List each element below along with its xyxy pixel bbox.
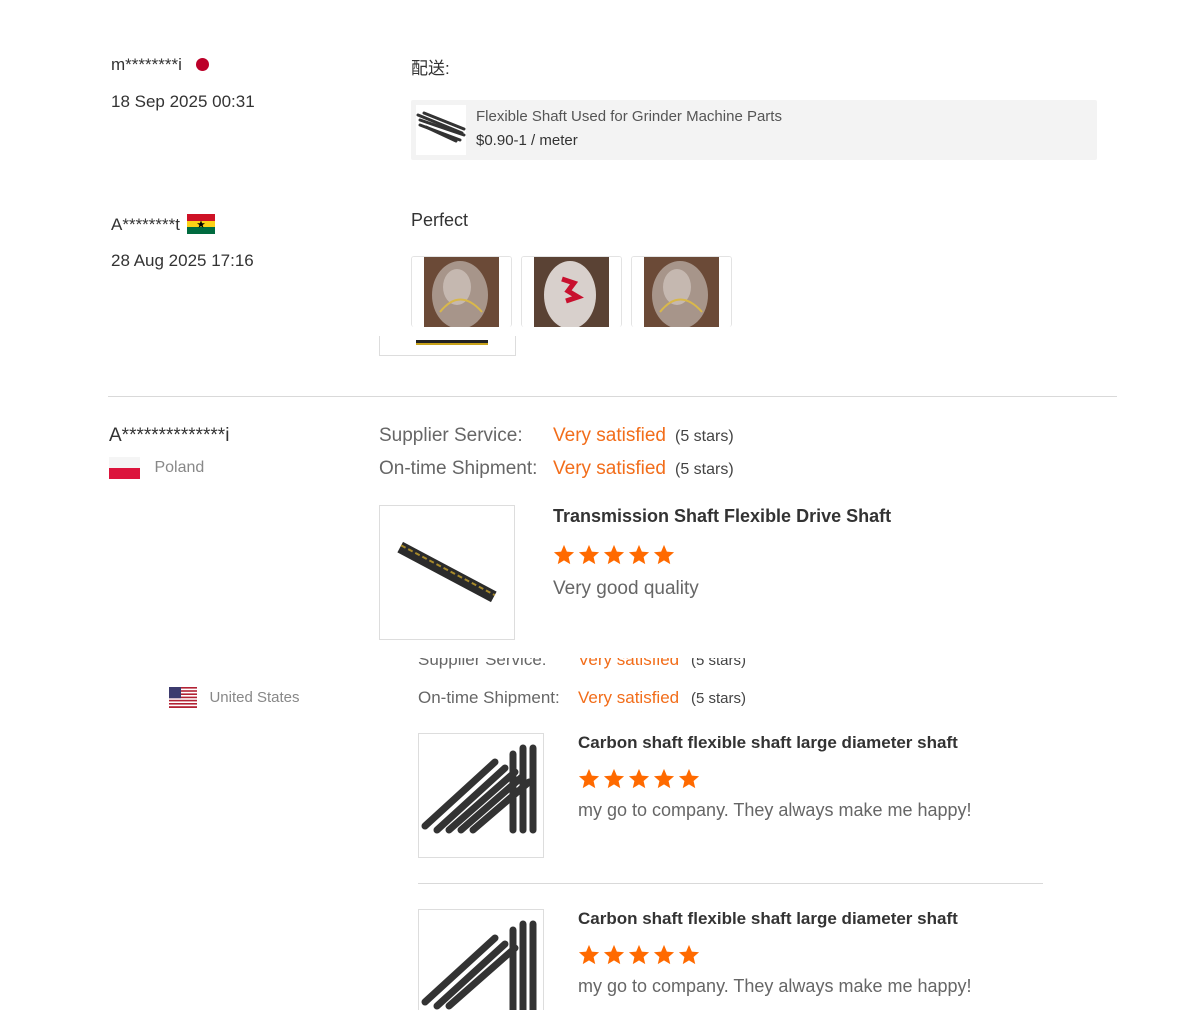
star-icon: [678, 768, 700, 789]
product-price: $0.90-1 / meter: [476, 132, 578, 149]
country-name: United States: [209, 689, 300, 706]
flexible-drive-shaft-image: [397, 541, 497, 603]
review-photo-image: [412, 257, 511, 327]
review-comment: my go to company. They always make me ha…: [578, 976, 972, 996]
review-photo-image: [522, 257, 621, 327]
product-title[interactable]: Flexible Shaft Used for Grinder Machine …: [476, 108, 782, 125]
product-name[interactable]: Carbon shaft flexible shaft large diamet…: [578, 909, 958, 929]
shipment-label: On-time Shipment:: [379, 458, 538, 479]
reviewer-country: United States: [169, 687, 300, 708]
star-icon: [603, 544, 625, 565]
review-date: 28 Aug 2025 17:16: [111, 251, 254, 270]
supplier-service-stars: (5 stars): [675, 428, 734, 445]
product-thumbnail[interactable]: [416, 105, 466, 155]
review-comment: my go to company. They always make me ha…: [578, 800, 972, 820]
star-icon: [653, 944, 675, 965]
star-rating: [578, 768, 703, 795]
review-comment: Very good quality: [553, 578, 699, 599]
reviewer-name: A********t: [111, 214, 215, 235]
star-icon: [578, 944, 600, 965]
supplier-service-value: Very satisfied: [578, 658, 680, 669]
star-icon: [628, 944, 650, 965]
review-date: 18 Sep 2025 00:31: [111, 92, 255, 111]
star-icon: [678, 944, 700, 965]
star-icon: [628, 768, 650, 789]
product-image[interactable]: [418, 733, 544, 858]
product-name[interactable]: Carbon shaft flexible shaft large diamet…: [578, 733, 958, 753]
product-name[interactable]: Transmission Shaft Flexible Drive Shaft: [553, 506, 891, 527]
reviewer-country: Poland: [109, 457, 204, 479]
product-image[interactable]: [379, 505, 515, 640]
star-icon: [578, 544, 600, 565]
carbon-shaft-image: [421, 920, 537, 1010]
carbon-shaft-image: [421, 744, 537, 834]
japan-flag-icon: [195, 58, 209, 71]
star-icon: [603, 944, 625, 965]
star-icon: [653, 544, 675, 565]
cut-off-row: Supplier Service: Very satisfied (5 star…: [418, 658, 778, 678]
shipping-label: 配送:: [411, 59, 450, 78]
item-divider: [418, 883, 1043, 884]
star-rating: [553, 544, 678, 571]
reviewer-name: m********i: [111, 55, 209, 75]
ghana-flag-icon: [186, 214, 215, 234]
shaft-image-fragment: [416, 340, 488, 345]
poland-flag-icon: [109, 457, 140, 479]
star-icon: [553, 544, 575, 565]
shipment-label: On-time Shipment:: [418, 688, 560, 707]
star-icon: [603, 768, 625, 789]
shaft-bundle-image: [416, 105, 466, 155]
supplier-service-label: Supplier Service:: [418, 658, 547, 669]
star-rating: [578, 944, 703, 971]
star-icon: [653, 768, 675, 789]
supplier-service-stars: (5 stars): [691, 658, 747, 669]
shipment-stars: (5 stars): [691, 690, 747, 707]
shipment-value: Very satisfied: [553, 458, 666, 479]
product-card[interactable]: Flexible Shaft Used for Grinder Machine …: [411, 100, 1097, 160]
review-photo-2[interactable]: [521, 256, 622, 327]
product-image-fragment: [379, 336, 516, 356]
section-divider: [108, 396, 1117, 397]
star-icon: [628, 544, 650, 565]
shipment-value: Very satisfied: [578, 688, 680, 707]
review-photo-1[interactable]: [411, 256, 512, 327]
review-photo-3[interactable]: [631, 256, 732, 327]
shipment-stars: (5 stars): [675, 461, 734, 478]
reviewer-name-text: A********t: [111, 215, 180, 234]
usa-flag-icon: [169, 687, 197, 708]
supplier-service-label: Supplier Service:: [379, 425, 523, 446]
reviewer-name-text: m********i: [111, 55, 182, 74]
reviewer-name: A**************i: [109, 425, 230, 446]
review-text: Perfect: [411, 210, 469, 230]
supplier-service-value: Very satisfied: [553, 425, 666, 446]
country-name: Poland: [154, 459, 205, 476]
star-icon: [578, 768, 600, 789]
review-photo-image: [632, 257, 731, 327]
product-image[interactable]: [418, 909, 544, 1010]
